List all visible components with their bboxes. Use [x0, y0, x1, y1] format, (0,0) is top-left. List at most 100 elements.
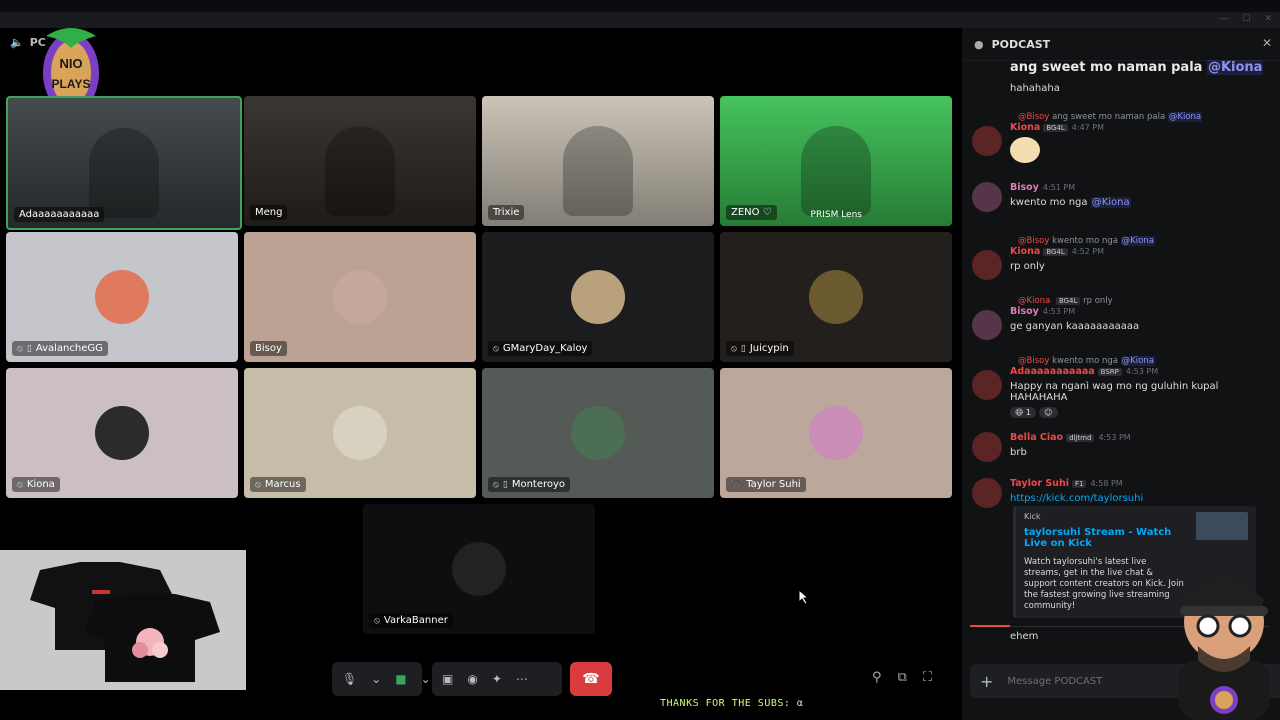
reply-preview[interactable]: @Bisoy ang sweet mo naman pala @Kiona [970, 112, 1270, 122]
mic-control-group: 🎙 ⌄ ■ ⌄ [332, 662, 431, 696]
message-text: rp only [1010, 261, 1045, 272]
more-options-icon[interactable]: ⋯ [516, 672, 528, 686]
timestamp: 4:51 PM [1042, 183, 1076, 192]
participant-name: Bisoy [255, 343, 282, 354]
muted-mic-icon: ⦸ [731, 343, 737, 354]
participant-name: VarkaBanner [383, 615, 448, 626]
participant-tile[interactable]: ⦸ GMaryDay_Kaloy [482, 232, 714, 362]
pin-icon[interactable]: ⚲ [872, 670, 882, 685]
message-text[interactable]: https://kick.com/taylorsuhi [970, 493, 1270, 504]
microphone-icon[interactable]: 🎙 [342, 672, 357, 686]
username[interactable]: Taylor Suhi [1010, 478, 1069, 489]
mention[interactable]: @Kiona [1120, 356, 1155, 366]
reply-preview[interactable]: @Bisoy kwento mo nga @Kiona [970, 356, 1270, 366]
close-window-icon[interactable]: ✕ [1264, 14, 1272, 24]
chevron-down-icon[interactable]: ⌄ [371, 672, 381, 686]
chat-header: ● PODCAST ✕ [962, 28, 1280, 61]
participant-label: Adaaaaaaaaaaa [14, 207, 105, 222]
participant-name: AvalancheGG [35, 343, 103, 354]
muted-mic-icon: ⦸ [255, 479, 261, 490]
participant-name: Kiona [26, 479, 55, 490]
close-chat-icon[interactable]: ✕ [1262, 36, 1272, 50]
username[interactable]: Kiona [1010, 122, 1040, 133]
participant-tile[interactable]: Meng [244, 96, 476, 226]
reply-preview[interactable]: @Bisoy kwento mo nga @Kiona [970, 236, 1270, 246]
participant-tile[interactable]: ⦸ ▯ Juicypin [720, 232, 952, 362]
mention[interactable]: @Kiona [1090, 197, 1131, 208]
mouse-cursor [798, 589, 810, 605]
reply-user: @Bisoy [1018, 236, 1050, 246]
participant-tile[interactable]: ⦸ Marcus [244, 368, 476, 498]
chat-bubble-icon: ● [974, 37, 984, 51]
plus-icon[interactable]: + [980, 672, 993, 691]
message-partial: ang sweet mo naman pala @Kiona hahahaha [970, 60, 1270, 94]
timestamp: 4:53 PM [1042, 307, 1076, 316]
person-silhouette [89, 128, 159, 218]
username[interactable]: Adaaaaaaaaaaa [1010, 366, 1095, 377]
participant-avatar [452, 542, 506, 596]
reply-preview[interactable]: @Kiona BG4L rp only [970, 296, 1270, 306]
mention[interactable]: @Kiona [1206, 60, 1264, 75]
embed-title[interactable]: taylorsuhi Stream - Watch Live on Kick [1016, 527, 1192, 549]
maximize-icon[interactable]: ☐ [1242, 14, 1250, 24]
username[interactable]: Bella Ciao [1010, 432, 1063, 443]
fullscreen-icon[interactable]: ⛶ [923, 670, 932, 685]
camera-icon[interactable]: ■ [395, 672, 406, 686]
popout-icon[interactable]: ⧉ [898, 670, 907, 685]
participant-tile[interactable]: ⦸ ▯ Monteroyo [482, 368, 714, 498]
participant-label: 🎧 Taylor Suhi [726, 477, 806, 492]
message-text: ge ganyan kaaaaaaaaaaa [1010, 321, 1140, 332]
disconnect-button[interactable]: ☎ [570, 662, 612, 696]
soundboard-icon[interactable]: ✦ [492, 672, 502, 686]
username[interactable]: Kiona [1010, 246, 1040, 257]
user-avatar[interactable] [972, 250, 1002, 280]
window-titlebar: ― ☐ ✕ [0, 0, 1280, 28]
user-avatar[interactable] [972, 182, 1002, 212]
role-tag: F1 [1071, 480, 1087, 488]
message-header: Adaaaaaaaaaaa BSRP 4:53 PM [970, 366, 1270, 377]
mention[interactable]: @Kiona [1167, 112, 1203, 122]
participant-tile[interactable]: Trixie [482, 96, 714, 226]
participant-label: ⦸ ▯ Juicypin [726, 341, 794, 356]
sticker-emoji [970, 137, 1270, 166]
participant-label: ZENO ♡ [726, 205, 777, 220]
screen-share-icon[interactable]: ▣ [442, 672, 453, 686]
chevron-down-icon[interactable]: ⌄ [421, 672, 431, 686]
embed-description: Watch taylorsuhi's latest live streams, … [1024, 557, 1184, 612]
participant-name: Trixie [493, 207, 520, 218]
reply-user: @Bisoy [1018, 356, 1050, 366]
user-avatar[interactable] [972, 126, 1002, 156]
participant-avatar [571, 406, 625, 460]
deafened-icon: 🎧 [731, 479, 743, 490]
user-avatar[interactable] [972, 370, 1002, 400]
timestamp: 4:53 PM [1098, 433, 1131, 442]
username[interactable]: Bisoy [1010, 306, 1039, 317]
participant-tile[interactable]: ⦸ ▯ AvalancheGG [6, 232, 238, 362]
participant-name: Meng [255, 207, 283, 218]
add-reaction-icon[interactable]: ☺ [1039, 407, 1058, 418]
username[interactable]: Bisoy [1010, 182, 1039, 193]
user-avatar[interactable] [972, 478, 1002, 508]
last-message-text: ehem [1010, 631, 1039, 642]
participant-tile[interactable]: ⦸ VarkaBanner [363, 504, 595, 634]
svg-text:PLAYS: PLAYS [52, 77, 91, 91]
participant-tile[interactable]: 🎧 Taylor Suhi [720, 368, 952, 498]
chat-message: @Bisoy kwento mo nga @Kiona Adaaaaaaaaaaa… [970, 356, 1270, 418]
user-avatar[interactable] [972, 432, 1002, 462]
participant-tile[interactable]: PRISM Lens ZENO ♡ [720, 96, 952, 226]
participant-tile[interactable]: Bisoy [244, 232, 476, 362]
mention[interactable]: @Kiona [1120, 236, 1155, 246]
muted-mic-icon: ⦸ [17, 479, 23, 490]
reaction-badge[interactable]: 😄 1 [1010, 407, 1036, 418]
lens-overlay-text: PRISM Lens [810, 210, 862, 220]
message-header: Kiona BG4L 4:52 PM [970, 246, 1270, 257]
participant-tile[interactable]: Adaaaaaaaaaaa [6, 96, 242, 230]
user-avatar[interactable] [972, 310, 1002, 340]
participant-avatar [809, 270, 863, 324]
minimize-icon[interactable]: ― [1219, 14, 1228, 24]
participant-name: GMaryDay_Kaloy [502, 343, 588, 354]
gamepad-icon[interactable]: ◉ [467, 672, 477, 686]
reply-user: @Kiona [1018, 296, 1051, 306]
muted-mic-icon: ⦸ [17, 343, 23, 354]
participant-tile[interactable]: ⦸ Kiona [6, 368, 238, 498]
